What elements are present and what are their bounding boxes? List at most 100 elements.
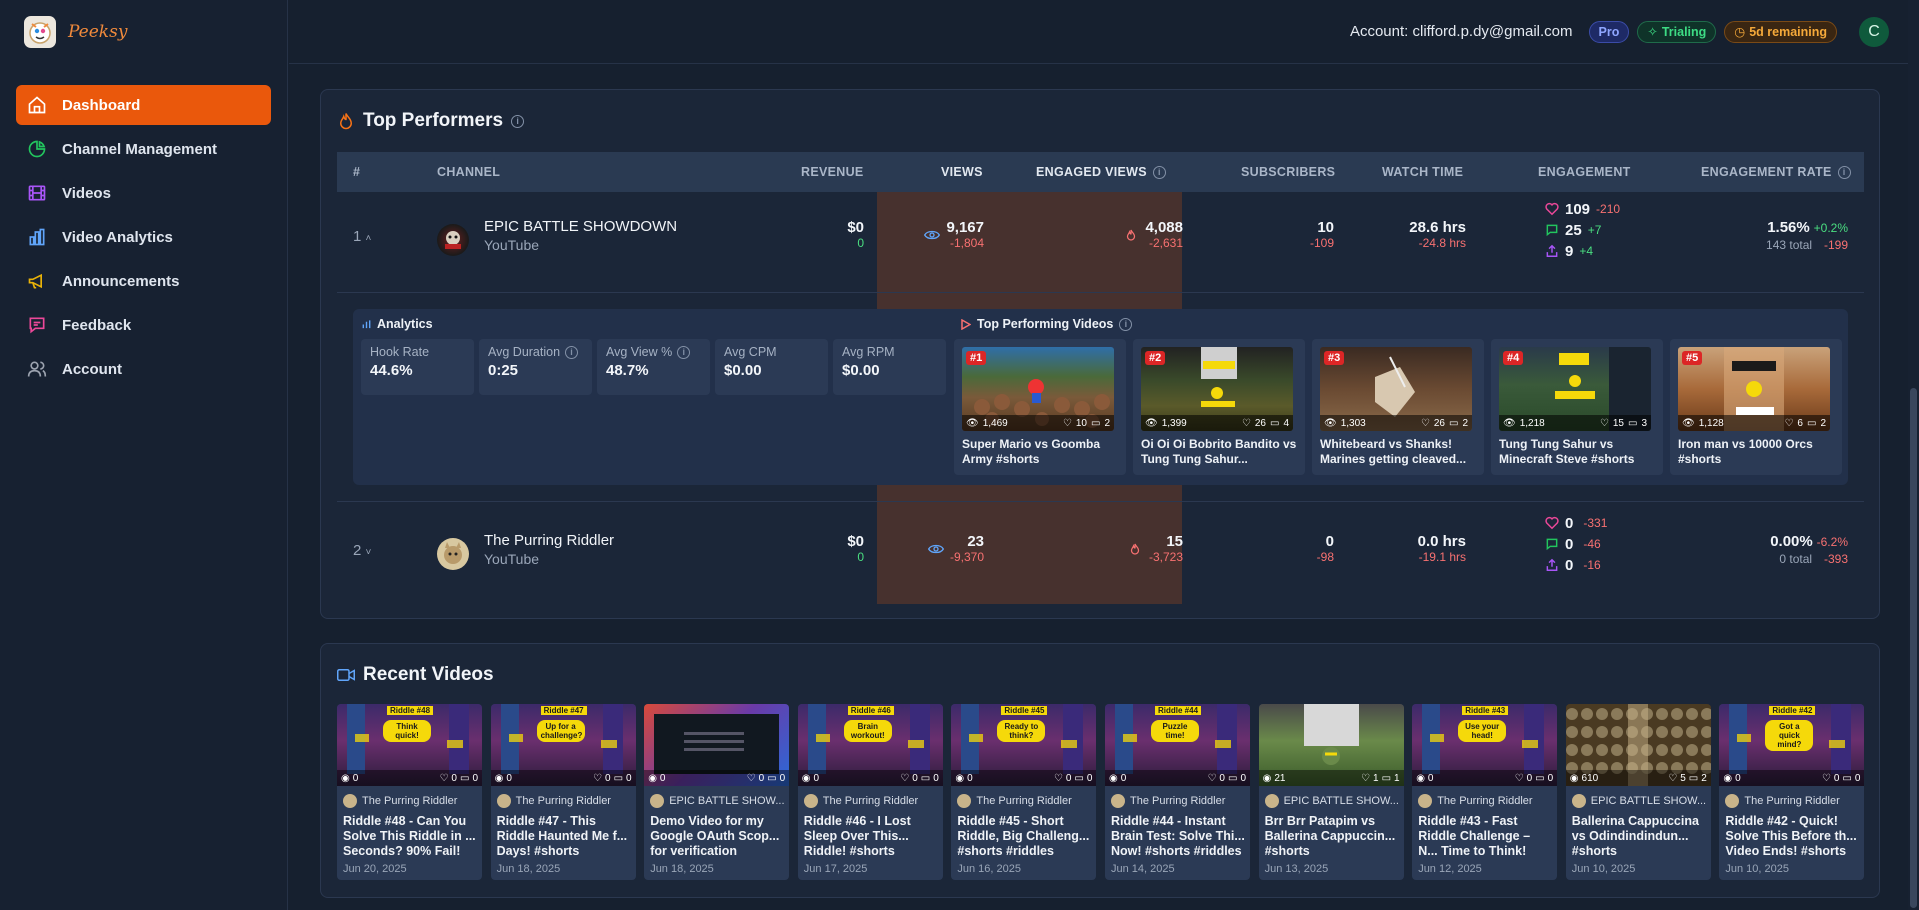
- video-title[interactable]: Riddle #42 - Quick! Solve This Before th…: [1725, 814, 1859, 859]
- col-subscribers[interactable]: SUBSCRIBERS: [1241, 152, 1335, 192]
- channel-name[interactable]: The Purring Riddler: [484, 532, 614, 549]
- video-title[interactable]: Riddle #43 - Fast Riddle Challenge – N..…: [1418, 814, 1552, 859]
- recent-video-card[interactable]: Riddle #48 Think quick! ◉ 0 ♡ 0 ▭ 0 The Purri…: [337, 704, 482, 880]
- info-icon[interactable]: i: [1837, 165, 1851, 179]
- analytics-title-label: Analytics: [377, 317, 433, 331]
- info-icon[interactable]: i: [511, 114, 525, 128]
- sidebar-item-channel-management[interactable]: Channel Management: [16, 129, 271, 169]
- share-icon: [1545, 558, 1559, 572]
- video-title[interactable]: Iron man vs 10000 Orcs #shorts: [1678, 437, 1834, 467]
- comment-icon: ▭: [1842, 772, 1852, 784]
- video-thumbnail[interactable]: ◉ 0 ♡ 0 ▭ 0: [644, 704, 790, 786]
- recent-video-card[interactable]: Riddle #46 Brain workout! ◉ 0 ♡ 0 ▭ 0 The Pur…: [797, 704, 943, 880]
- sidebar-item-feedback[interactable]: Feedback: [16, 305, 271, 345]
- video-thumbnail[interactable]: Riddle #43 Use your head! ◉ 0 ♡ 0 ▭ 0: [1412, 704, 1558, 786]
- video-likes: 26: [1433, 417, 1445, 429]
- sidebar-item-dashboard[interactable]: Dashboard: [16, 85, 271, 125]
- video-thumbnail[interactable]: #4 👁 1,218 ♡ 15 ▭ 3: [1499, 347, 1651, 431]
- video-thumbnail[interactable]: Riddle #47 Up for a challenge? ◉ 0 ♡ 0 ▭ 0: [490, 704, 636, 786]
- sidebar-item-video-analytics[interactable]: Video Analytics: [16, 217, 271, 257]
- chevron-down-icon[interactable]: ˅: [366, 547, 372, 558]
- recent-video-card[interactable]: Riddle #42 Got a quick mind? ◉ 0 ♡ 0 ▭ 0 The …: [1719, 704, 1865, 880]
- table-row[interactable]: 1 ˄ EPIC BATTLE SHOWDOWN YouTube $0 0 9,…: [337, 192, 1864, 292]
- channel-info[interactable]: EPIC BATTLE SHOWDOWN YouTube: [484, 218, 677, 253]
- watch-delta: -24.8 hrs: [1418, 236, 1466, 250]
- video-title[interactable]: Riddle #47 - This Riddle Haunted Me f...…: [497, 814, 631, 859]
- recent-video-card[interactable]: Riddle #43 Use your head! ◉ 0 ♡ 0 ▭ 0 The Pur…: [1412, 704, 1558, 880]
- video-title[interactable]: Riddle #45 - Short Riddle, Big Challeng.…: [957, 814, 1091, 859]
- video-thumbnail[interactable]: #3 👁 1,303 ♡ 26 ▭ 2: [1320, 347, 1472, 431]
- top-video-card[interactable]: #4 👁 1,218 ♡ 15 ▭ 3 Tung Tung Sahur vs Minecr…: [1491, 339, 1663, 475]
- video-title[interactable]: Demo Video for my Google OAuth Scop... f…: [650, 814, 784, 859]
- video-thumbnail[interactable]: Riddle #46 Brain workout! ◉ 0 ♡ 0 ▭ 0: [797, 704, 943, 786]
- video-stats: ◉ 610 ♡ 5 ▭ 2: [1565, 770, 1711, 786]
- col-revenue[interactable]: REVENUE: [801, 152, 864, 192]
- video-views: 0: [1735, 772, 1741, 784]
- video-thumbnail[interactable]: #5 👁 1,128 ♡ 6 ▭ 2: [1678, 347, 1830, 431]
- video-views: 1,303: [1340, 417, 1366, 429]
- video-views: 1,218: [1519, 417, 1545, 429]
- trial-badge: ✧ Trialing: [1637, 20, 1717, 43]
- col-views[interactable]: VIEWS: [941, 152, 983, 192]
- views-cell: 23 -9,370: [927, 533, 984, 564]
- recent-video-card[interactable]: ◉ 21 ♡ 1 ▭ 1 EPIC BATTLE SHOW... Brr Brr Pata…: [1258, 704, 1404, 880]
- eye-icon: ◉: [1109, 772, 1118, 784]
- channel-name: The Purring Riddler: [1744, 795, 1840, 807]
- col-watch-time[interactable]: WATCH TIME: [1382, 152, 1463, 192]
- top-performers-title: Top Performers i: [337, 110, 525, 132]
- channel-name[interactable]: EPIC BATTLE SHOWDOWN: [484, 218, 677, 235]
- plan-badge: Pro: [1588, 20, 1630, 43]
- recent-video-card[interactable]: Riddle #44 Puzzle time! ◉ 0 ♡ 0 ▭ 0 The Purri…: [1105, 704, 1250, 880]
- top-video-card[interactable]: #1 👁 1,469 ♡ 10 ▭ 2 Super Mario vs Goomba Arm…: [954, 339, 1126, 475]
- sidebar-item-account[interactable]: Account: [16, 349, 271, 389]
- col-channel[interactable]: CHANNEL: [437, 152, 500, 192]
- video-title[interactable]: Tung Tung Sahur vs Minecraft Steve #shor…: [1499, 437, 1655, 467]
- info-icon[interactable]: i: [1152, 165, 1166, 179]
- col-engagement-rate[interactable]: ENGAGEMENT RATE i: [1701, 152, 1851, 192]
- chevron-up-icon[interactable]: ˄: [366, 233, 372, 244]
- info-icon[interactable]: i: [565, 345, 579, 359]
- channel-name: EPIC BATTLE SHOW...: [1590, 795, 1707, 807]
- channel-info[interactable]: The Purring Riddler YouTube: [484, 532, 614, 567]
- views-value: 23: [967, 533, 984, 550]
- sidebar-item-announcements[interactable]: Announcements: [16, 261, 271, 301]
- col-engaged-views[interactable]: ENGAGED VIEWS i: [1036, 152, 1166, 192]
- video-title[interactable]: Riddle #46 - I Lost Sleep Over This... R…: [804, 814, 938, 859]
- recent-video-card[interactable]: ◉ 0 ♡ 0 ▭ 0 EPIC BATTLE SHOW... Demo Video fo…: [644, 704, 790, 880]
- eye-icon: 👁: [1324, 417, 1337, 429]
- video-thumbnail[interactable]: #1 👁 1,469 ♡ 10 ▭ 2: [962, 347, 1114, 431]
- channel-avatar: [1264, 794, 1279, 808]
- recent-video-card[interactable]: Riddle #45 Ready to think? ◉ 0 ♡ 0 ▭ 0 The Pu…: [951, 704, 1097, 880]
- recent-video-card[interactable]: ◉ 610 ♡ 5 ▭ 2 EPIC BATTLE SHOW... Ballerina C…: [1565, 704, 1711, 880]
- video-thumbnail[interactable]: ◉ 21 ♡ 1 ▭ 1: [1258, 704, 1404, 786]
- info-icon[interactable]: i: [677, 345, 691, 359]
- video-title[interactable]: Whitebeard vs Shanks! Marines getting cl…: [1320, 437, 1476, 467]
- table-row[interactable]: 2 ˅ The Purring Riddler YouTube $0 0 23-…: [337, 502, 1864, 604]
- video-thumbnail[interactable]: Riddle #42 Got a quick mind? ◉ 0 ♡ 0 ▭ 0: [1719, 704, 1865, 786]
- video-thumbnail[interactable]: Riddle #48 Think quick! ◉ 0 ♡ 0 ▭ 0: [337, 704, 482, 786]
- recent-video-card[interactable]: Riddle #47 Up for a challenge? ◉ 0 ♡ 0 ▭ 0 Th…: [490, 704, 636, 880]
- video-title[interactable]: Riddle #48 - Can You Solve This Riddle i…: [343, 814, 477, 859]
- user-avatar[interactable]: C: [1859, 16, 1889, 47]
- video-title[interactable]: Oi Oi Oi Bobrito Bandito vs Tung Tung Sa…: [1141, 437, 1297, 467]
- video-comments: 0: [626, 772, 632, 784]
- video-title[interactable]: Ballerina Cappuccina vs Odindindindun...…: [1572, 814, 1706, 859]
- riddle-tag: Riddle #48: [387, 706, 434, 715]
- info-icon[interactable]: i: [1119, 317, 1133, 331]
- video-thumbnail[interactable]: Riddle #45 Ready to think? ◉ 0 ♡ 0 ▭ 0: [951, 704, 1097, 786]
- video-thumbnail[interactable]: #2 👁 1,399 ♡ 26 ▭ 4: [1141, 347, 1293, 431]
- top-video-card[interactable]: #2 👁 1,399 ♡ 26 ▭ 4 Oi Oi Oi Bobrito Bandito …: [1133, 339, 1305, 475]
- video-thumbnail[interactable]: ◉ 610 ♡ 5 ▭ 2: [1565, 704, 1711, 786]
- video-thumbnail[interactable]: Riddle #44 Puzzle time! ◉ 0 ♡ 0 ▭ 0: [1105, 704, 1250, 786]
- video-title[interactable]: Super Mario vs Goomba Army #shorts: [962, 437, 1118, 467]
- top-video-card[interactable]: #3 👁 1,303 ♡ 26 ▭ 2 Whitebeard vs Shanks! Mar…: [1312, 339, 1484, 475]
- top-header: Account: clifford.p.dy@gmail.com Pro ✧ Tr…: [289, 0, 1919, 64]
- col-engagement[interactable]: ENGAGEMENT: [1538, 152, 1631, 192]
- scrollbar-thumb[interactable]: [1910, 388, 1917, 908]
- app-logo[interactable]: Peeksy: [24, 16, 127, 48]
- sidebar-item-videos[interactable]: Videos: [16, 173, 271, 213]
- video-title[interactable]: Riddle #44 - Instant Brain Test: Solve T…: [1111, 814, 1245, 859]
- top-video-card[interactable]: #5 👁 1,128 ♡ 6 ▭ 2 Iron man vs 10000 Orcs #sh…: [1670, 339, 1842, 475]
- video-title[interactable]: Brr Brr Patapim vs Ballerina Cappuccin..…: [1265, 814, 1399, 859]
- channel-avatar: [803, 794, 818, 808]
